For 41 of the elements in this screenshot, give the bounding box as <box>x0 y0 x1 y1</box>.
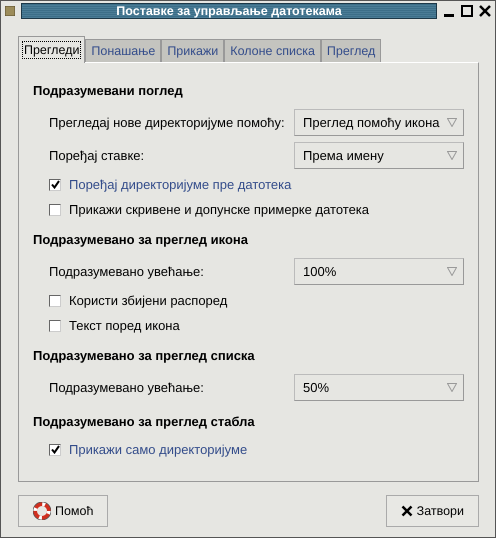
section-heading: Подразумевано за преглед икона <box>33 232 249 247</box>
field-label: Подразумевано увећање: <box>49 264 205 279</box>
field-label: Поређај ставке: <box>49 148 146 163</box>
section-heading: Подразумевано за преглед списка <box>33 348 256 363</box>
life-ring-icon <box>33 502 51 520</box>
tab[interactable]: Понашање <box>85 39 162 62</box>
dropdown-arrow-icon <box>447 118 457 127</box>
close-icon[interactable] <box>479 5 491 17</box>
checkbox-label: Поређај директоријуме пре датотека <box>69 177 292 192</box>
dropdown[interactable]: 50% <box>294 374 464 401</box>
close-button[interactable]: Затвори <box>386 495 479 527</box>
checkbox-label: Прикажи скривене и допунске примерке датотека <box>69 202 370 217</box>
tab[interactable]: Прикажи <box>161 39 224 62</box>
checkbox[interactable] <box>49 444 61 456</box>
window-menu-icon[interactable] <box>5 6 15 16</box>
help-button[interactable]: Помоћ <box>18 495 108 527</box>
dropdown[interactable]: Према имену <box>294 142 464 169</box>
field-label: Подразумевано увећање: <box>49 380 205 395</box>
checkbox[interactable] <box>49 178 61 190</box>
checkbox-label: Користи збијени распоред <box>69 293 228 308</box>
checkbox-label: Прикажи само директоријуме <box>69 442 248 457</box>
tab[interactable]: Колоне списка <box>224 39 321 62</box>
dropdown-arrow-icon <box>447 151 457 160</box>
section-heading: Подразумевано за преглед стабла <box>33 414 256 429</box>
checkbox[interactable] <box>49 294 61 306</box>
checkmark-icon <box>50 445 60 454</box>
dropdown-arrow-icon <box>447 383 457 392</box>
window-title: Поставке за управљање датотекама <box>21 3 437 19</box>
tab[interactable]: Преглед <box>320 39 382 62</box>
section-heading: Подразумевани поглед <box>33 83 184 98</box>
checkbox-label: Текст поред икона <box>69 318 181 333</box>
dropdown-arrow-icon <box>447 267 457 276</box>
checkmark-icon <box>50 180 60 189</box>
dropdown[interactable]: Преглед помоћу икона <box>294 109 464 136</box>
dropdown[interactable]: 100% <box>294 258 464 285</box>
field-label: Прегледај нове директоријуме помоћу: <box>49 115 286 130</box>
checkbox[interactable] <box>49 320 61 332</box>
maximize-icon[interactable] <box>461 5 473 17</box>
close-icon <box>400 505 413 517</box>
checkbox[interactable] <box>49 204 61 216</box>
tab[interactable]: Прегледи <box>18 36 86 63</box>
